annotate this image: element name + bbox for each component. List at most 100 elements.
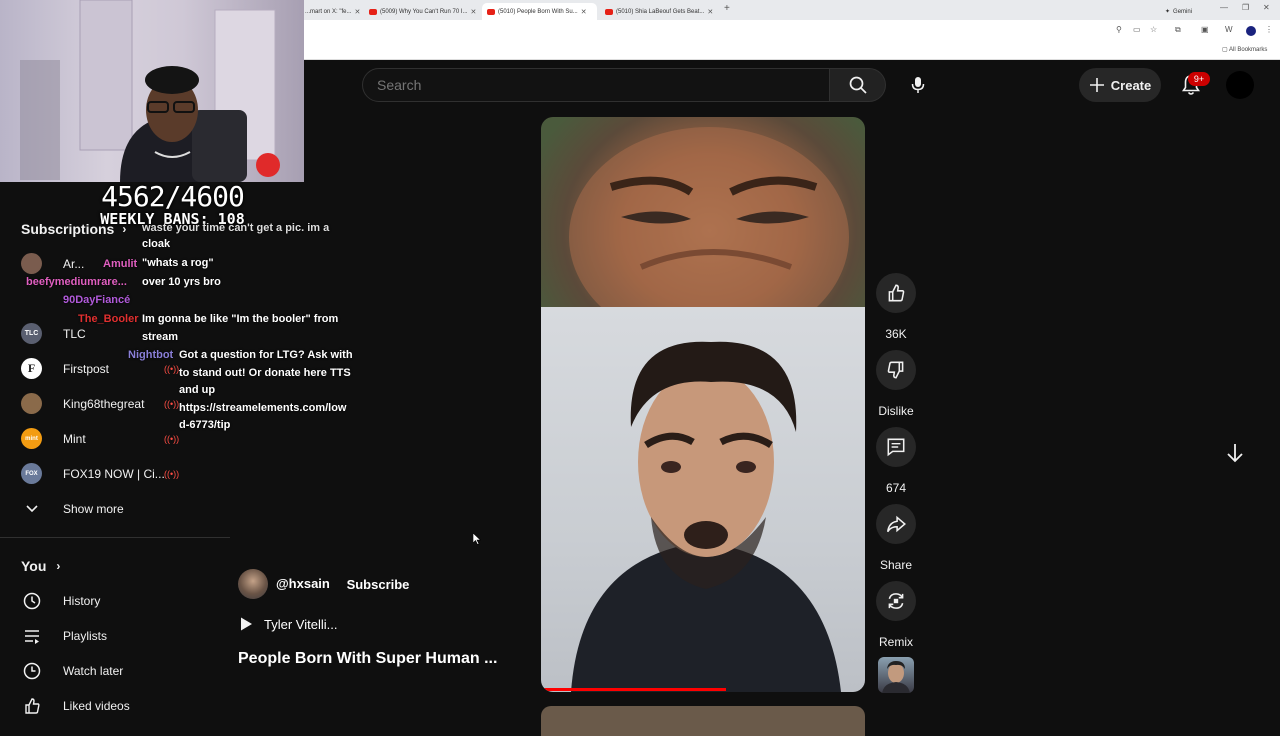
video-person-image (571, 341, 841, 692)
share-label: Share (879, 558, 913, 572)
remix-circle[interactable] (876, 581, 916, 621)
chat-line: cloak (142, 238, 171, 250)
remix-button[interactable]: Remix (876, 581, 916, 649)
minimize-icon[interactable]: — (1220, 3, 1228, 12)
comment-icon (887, 438, 905, 457)
sidebar-item-playlists[interactable]: Playlists (0, 618, 230, 653)
subscriptions-heading[interactable]: Subscriptions › (21, 221, 126, 237)
browser-tab[interactable]: (5009) Why You Can't Run 70 I... ✕ (364, 3, 479, 20)
liked-icon (21, 695, 42, 716)
sidebar-item-label: Playlists (63, 628, 108, 643)
subscription-label: Ar... (63, 256, 85, 271)
sidebar-item-watch-later[interactable]: Watch later (0, 653, 230, 688)
chat-line: d-6773/tip (179, 419, 231, 431)
gemini-button[interactable]: ✦ Gemini (1160, 3, 1200, 20)
next-short-preview[interactable] (541, 706, 865, 736)
youtube-favicon-icon (369, 8, 377, 15)
cast-icon[interactable]: ▭ (1133, 25, 1141, 34)
browser-tab-bar: ...mart on X: "fe... ✕ (5009) Why You Can… (300, 0, 1280, 20)
search-icon (849, 76, 867, 94)
sound-channel-thumbnail[interactable] (878, 657, 914, 693)
like-button[interactable]: 36K (876, 273, 916, 341)
bookmark-star-icon[interactable]: ☆ (1150, 25, 1157, 34)
video-frame-top (541, 117, 865, 347)
sound-link[interactable]: Tyler Vitelli... (238, 616, 337, 632)
chevron-down-icon (21, 498, 42, 519)
all-bookmarks[interactable]: ▢ All Bookmarks (1222, 46, 1267, 53)
search-button[interactable] (830, 68, 886, 102)
create-label: Create (1110, 77, 1152, 93)
short-title[interactable]: People Born With Super Human ... (238, 650, 497, 668)
extensions-icon[interactable]: ⧉ (1175, 25, 1181, 35)
live-indicator-icon: ((•)) (164, 398, 180, 409)
chat-line: and up (179, 384, 216, 396)
mouse-cursor-icon (473, 533, 481, 545)
bookmarks-bar: ▢ All Bookmarks (300, 40, 1280, 60)
comments-button[interactable]: 674 (876, 427, 916, 495)
sound-label: Tyler Vitelli... (264, 616, 338, 632)
microphone-icon (911, 77, 925, 93)
sidebar-item-liked-videos[interactable]: Liked videos (0, 688, 230, 723)
streamer-cam-image (20, 0, 280, 182)
restore-icon[interactable]: ❐ (1242, 3, 1249, 12)
search-box[interactable] (362, 68, 830, 102)
chat-username: beefymediumrare... (26, 276, 127, 288)
zoom-icon[interactable]: ⚲ (1116, 25, 1122, 34)
history-icon (21, 590, 42, 611)
sidebar-item-history[interactable]: History (0, 583, 230, 618)
tab-close-icon[interactable]: ✕ (707, 8, 713, 16)
next-video-button[interactable] (1222, 440, 1248, 466)
video-progress-bar[interactable] (541, 688, 726, 691)
subscription-label: Firstpost (63, 361, 110, 376)
notification-badge: 9+ (1188, 72, 1210, 86)
chat-username: The_Booler (78, 313, 139, 325)
subscribe-button[interactable]: Subscribe (340, 569, 416, 599)
new-tab-icon[interactable]: + (724, 3, 730, 14)
thumbs-up-icon (888, 284, 905, 302)
comments-circle[interactable] (876, 427, 916, 467)
play-icon (241, 617, 252, 631)
browser-menu-icon[interactable]: ⋮ (1265, 25, 1273, 34)
search-input[interactable] (363, 69, 829, 101)
like-circle[interactable] (876, 273, 916, 313)
subscriptions-heading-label: Subscriptions (21, 221, 115, 237)
tab-label: (5010) People Born With Su... (498, 8, 578, 15)
tab-close-icon[interactable]: ✕ (581, 8, 587, 16)
browser-tab-active[interactable]: (5010) People Born With Su... ✕ (482, 3, 597, 20)
webcam-overlay (0, 0, 304, 182)
sidebar-divider (0, 537, 230, 538)
show-more-button[interactable]: Show more (0, 491, 230, 526)
share-icon (886, 515, 906, 533)
profile-badge-icon[interactable]: W (1225, 25, 1233, 34)
share-circle[interactable] (876, 504, 916, 544)
window-close-icon[interactable]: ✕ (1263, 3, 1270, 12)
tab-close-icon[interactable]: ✕ (354, 8, 360, 16)
sidebar-subscription-item[interactable]: FOX FOX19 NOW | Ci... ((•)) (0, 456, 230, 491)
remix-icon (888, 593, 904, 609)
channel-thumbnail-image (882, 661, 910, 693)
chat-line: "whats a rog" (142, 257, 214, 269)
account-avatar[interactable] (1226, 71, 1254, 99)
create-button[interactable]: Create (1079, 68, 1161, 102)
you-heading[interactable]: You › (21, 558, 60, 574)
thumbs-down-icon (887, 361, 904, 379)
show-more-label: Show more (63, 501, 124, 516)
channel-avatar (21, 253, 42, 274)
chat-username: Amulit (103, 258, 138, 270)
chevron-right-icon: › (56, 559, 61, 573)
sidepanel-icon[interactable]: ▣ (1201, 25, 1209, 34)
browser-tab[interactable]: ...mart on X: "fe... ✕ (300, 3, 362, 20)
browser-tab[interactable]: (5010) Shia LaBeouf Gets Beat... ✕ (600, 3, 715, 20)
short-video-player[interactable] (541, 117, 865, 692)
dislike-circle[interactable] (876, 350, 916, 390)
live-indicator-icon: ((•)) (164, 468, 180, 479)
channel-handle[interactable]: @hxsain (276, 576, 330, 591)
profile-avatar-icon[interactable] (1246, 26, 1256, 36)
share-button[interactable]: Share (876, 504, 916, 572)
dislike-button[interactable]: Dislike (876, 350, 916, 418)
channel-avatar: FOX (21, 463, 42, 484)
tab-close-icon[interactable]: ✕ (471, 8, 477, 16)
channel-avatar[interactable] (238, 569, 268, 599)
bans-counter: 4562/4600 (101, 180, 245, 213)
voice-search-button[interactable] (900, 67, 936, 103)
